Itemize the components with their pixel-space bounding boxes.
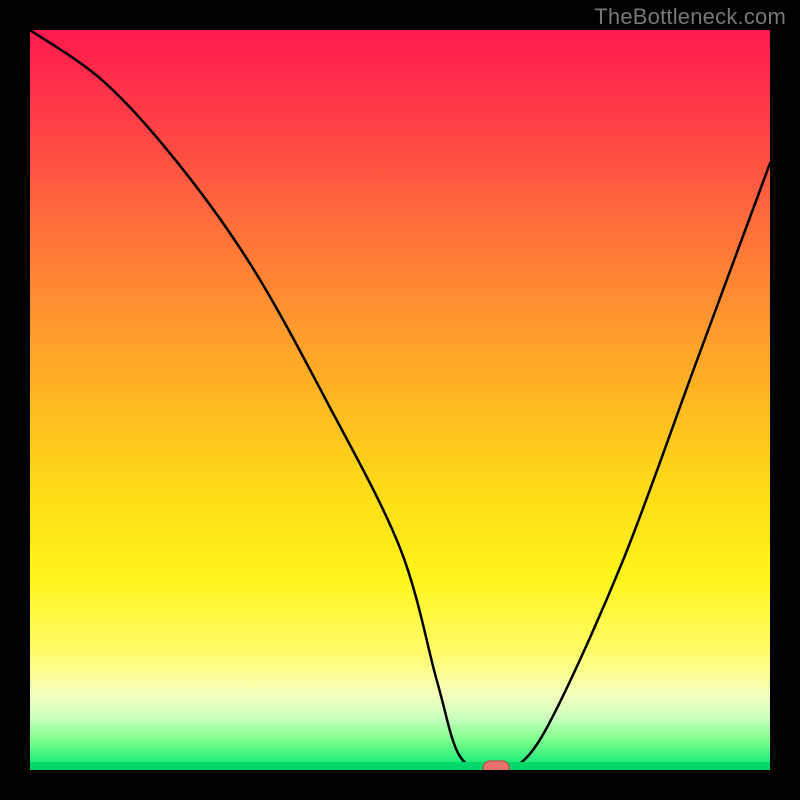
bottleneck-curve xyxy=(30,30,770,770)
optimal-marker xyxy=(483,761,509,770)
bottleneck-curve-svg xyxy=(30,30,770,770)
watermark-text: TheBottleneck.com xyxy=(594,4,786,30)
plot-area xyxy=(30,30,770,770)
chart-frame: TheBottleneck.com xyxy=(0,0,800,800)
baseline-band xyxy=(30,762,770,770)
